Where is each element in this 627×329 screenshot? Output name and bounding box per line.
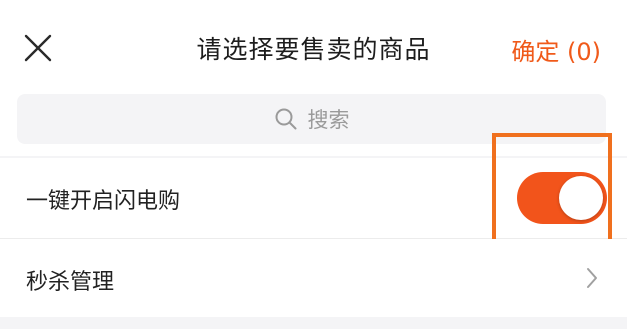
chevron-right-icon xyxy=(585,266,599,290)
toggle-knob xyxy=(559,176,603,220)
search-placeholder: 搜索 xyxy=(307,108,350,132)
seckill-management-row[interactable]: 秒杀管理 xyxy=(0,239,627,317)
flash-sale-toggle[interactable] xyxy=(517,172,607,224)
seckill-management-label: 秒杀管理 xyxy=(26,270,115,295)
confirm-button[interactable]: 确定 (0) xyxy=(511,32,601,67)
bottom-strip xyxy=(0,317,627,329)
flash-sale-label: 一键开启闪电购 xyxy=(26,189,181,214)
search-icon xyxy=(274,107,298,131)
